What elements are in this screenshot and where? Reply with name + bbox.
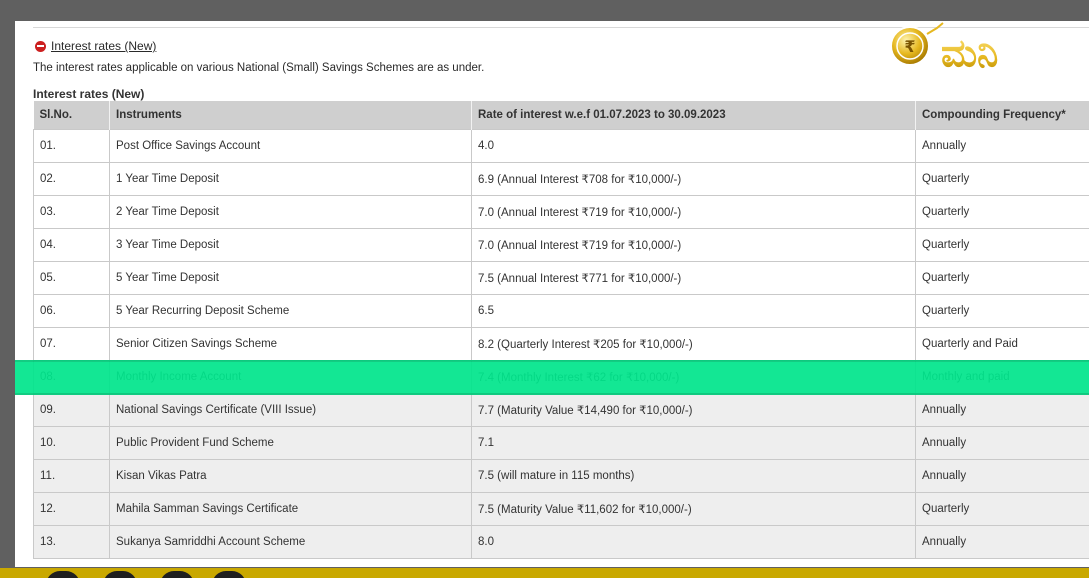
cell-rate: 6.5 xyxy=(471,294,916,328)
cell-sl-no: 01. xyxy=(33,129,110,163)
cell-frequency: Annually xyxy=(915,525,1089,559)
cell-instrument: Public Provident Fund Scheme xyxy=(109,426,472,460)
cell-rate: 7.1 xyxy=(471,426,916,460)
video-frame: Interest rates (New) The interest rates … xyxy=(0,0,1089,578)
rupee-glyph: ₹ xyxy=(904,37,915,56)
cell-rate: 7.5 (will mature in 115 months) xyxy=(471,459,916,493)
cell-sl-no: 07. xyxy=(33,327,110,361)
collapse-minus-icon[interactable] xyxy=(35,40,46,52)
intro-text: The interest rates applicable on various… xyxy=(33,62,485,74)
cell-instrument: 3 Year Time Deposit xyxy=(109,228,472,262)
cell-rate: 7.5 (Maturity Value ₹11,602 for ₹10,000/… xyxy=(471,492,916,526)
web-page: Interest rates (New) The interest rates … xyxy=(15,21,1089,567)
table-row: 10. Public Provident Fund Scheme 7.1 Ann… xyxy=(33,426,1089,460)
header-sl-no: Sl.No. xyxy=(33,101,110,130)
interest-rates-link[interactable]: Interest rates (New) xyxy=(51,39,156,53)
table-row: 13. Sukanya Samriddhi Account Scheme 8.0… xyxy=(33,525,1089,559)
header-instruments: Instruments xyxy=(109,101,472,130)
cell-rate: 8.0 xyxy=(471,525,916,559)
table-row: 12. Mahila Samman Savings Certificate 7.… xyxy=(33,492,1089,526)
table-row: 05. 5 Year Time Deposit 7.5 (Annual Inte… xyxy=(33,261,1089,295)
table-row: 09. National Savings Certificate (VIII I… xyxy=(33,393,1089,427)
table-header-row: Sl.No. Instruments Rate of interest w.e.… xyxy=(33,101,1089,130)
ticker-icon xyxy=(160,571,194,578)
cell-instrument: Sukanya Samriddhi Account Scheme xyxy=(109,525,472,559)
cell-frequency: Quarterly xyxy=(915,492,1089,526)
table-row: 06. 5 Year Recurring Deposit Scheme 6.5 … xyxy=(33,294,1089,328)
header-rate: Rate of interest w.e.f 01.07.2023 to 30.… xyxy=(471,101,916,130)
cell-rate: 7.0 (Annual Interest ₹719 for ₹10,000/-) xyxy=(471,228,916,262)
table-row: 07. Senior Citizen Savings Scheme 8.2 (Q… xyxy=(33,327,1089,361)
interest-rates-table: Sl.No. Instruments Rate of interest w.e.… xyxy=(33,101,1089,559)
cell-sl-no: 02. xyxy=(33,162,110,196)
cell-instrument: Mahila Samman Savings Certificate xyxy=(109,492,472,526)
cell-frequency: Annually xyxy=(915,129,1089,163)
cell-frequency: Quarterly xyxy=(915,261,1089,295)
table-row: 11. Kisan Vikas Patra 7.5 (will mature i… xyxy=(33,459,1089,493)
cell-rate: 7.4 (Monthly Interest ₹62 for ₹10,000/-) xyxy=(471,360,916,394)
cell-instrument: Monthly Income Account xyxy=(109,360,472,394)
cell-frequency: Quarterly xyxy=(915,162,1089,196)
cell-sl-no: 11. xyxy=(33,459,110,493)
cell-sl-no: 12. xyxy=(33,492,110,526)
ticker-icon xyxy=(212,571,246,578)
cell-frequency: Quarterly xyxy=(915,228,1089,262)
table-row: 02. 1 Year Time Deposit 6.9 (Annual Inte… xyxy=(33,162,1089,196)
ticker-icon xyxy=(46,571,80,578)
cell-rate: 7.5 (Annual Interest ₹771 for ₹10,000/-) xyxy=(471,261,916,295)
cell-rate: 4.0 xyxy=(471,129,916,163)
cell-frequency: Annually xyxy=(915,459,1089,493)
section-toggle[interactable]: Interest rates (New) xyxy=(35,39,156,53)
table-row-highlighted: 08. Monthly Income Account 7.4 (Monthly … xyxy=(33,360,1089,394)
cell-instrument: Kisan Vikas Patra xyxy=(109,459,472,493)
table-row: 04. 3 Year Time Deposit 7.0 (Annual Inte… xyxy=(33,228,1089,262)
cell-instrument: 5 Year Time Deposit xyxy=(109,261,472,295)
table-row: 01. Post Office Savings Account 4.0 Annu… xyxy=(33,129,1089,163)
cell-frequency: Annually xyxy=(915,426,1089,460)
logo-text: ಮನಿ xyxy=(941,31,998,75)
cell-sl-no: 13. xyxy=(33,525,110,559)
cell-instrument: 1 Year Time Deposit xyxy=(109,162,472,196)
cell-frequency: Annually xyxy=(915,393,1089,427)
cell-instrument: National Savings Certificate (VIII Issue… xyxy=(109,393,472,427)
cell-sl-no: 08. xyxy=(33,360,110,394)
cell-frequency: Quarterly xyxy=(915,195,1089,229)
cell-rate: 7.0 (Annual Interest ₹719 for ₹10,000/-) xyxy=(471,195,916,229)
cell-sl-no: 03. xyxy=(33,195,110,229)
cell-sl-no: 04. xyxy=(33,228,110,262)
cell-sl-no: 05. xyxy=(33,261,110,295)
cell-frequency: Monthly and paid xyxy=(915,360,1089,394)
ticker-icon xyxy=(103,571,137,578)
bottom-ticker-bar xyxy=(0,568,1089,578)
money-logo: ₹ ಮನಿ xyxy=(890,22,999,76)
cell-instrument: Post Office Savings Account xyxy=(109,129,472,163)
cell-instrument: 2 Year Time Deposit xyxy=(109,195,472,229)
cell-frequency: Quarterly and Paid xyxy=(915,327,1089,361)
header-frequency: Compounding Frequency* xyxy=(915,101,1089,130)
cell-frequency: Quarterly xyxy=(915,294,1089,328)
cell-sl-no: 06. xyxy=(33,294,110,328)
cell-rate: 7.7 (Maturity Value ₹14,490 for ₹10,000/… xyxy=(471,393,916,427)
cell-instrument: Senior Citizen Savings Scheme xyxy=(109,327,472,361)
cell-sl-no: 09. xyxy=(33,393,110,427)
table-row: 03. 2 Year Time Deposit 7.0 (Annual Inte… xyxy=(33,195,1089,229)
table-caption: Interest rates (New) xyxy=(33,87,145,101)
cell-sl-no: 10. xyxy=(33,426,110,460)
cell-instrument: 5 Year Recurring Deposit Scheme xyxy=(109,294,472,328)
cell-rate: 8.2 (Quarterly Interest ₹205 for ₹10,000… xyxy=(471,327,916,361)
cell-rate: 6.9 (Annual Interest ₹708 for ₹10,000/-) xyxy=(471,162,916,196)
